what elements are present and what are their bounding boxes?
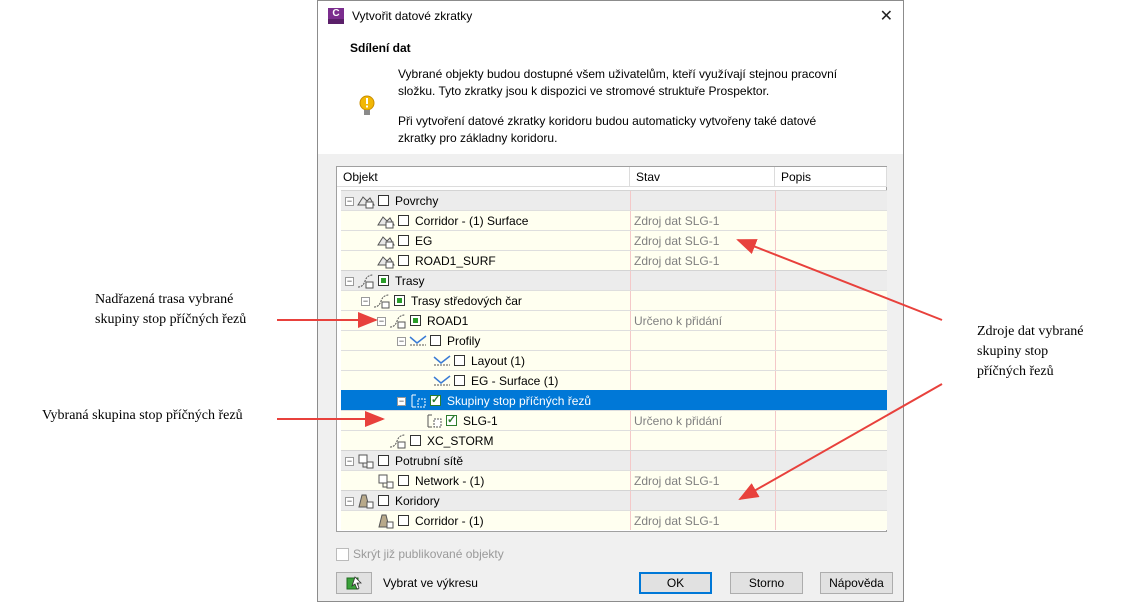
annotation-arrows — [277, 239, 943, 500]
arrow-data-source-1 — [736, 239, 943, 321]
arrow-data-source-2 — [738, 383, 943, 500]
